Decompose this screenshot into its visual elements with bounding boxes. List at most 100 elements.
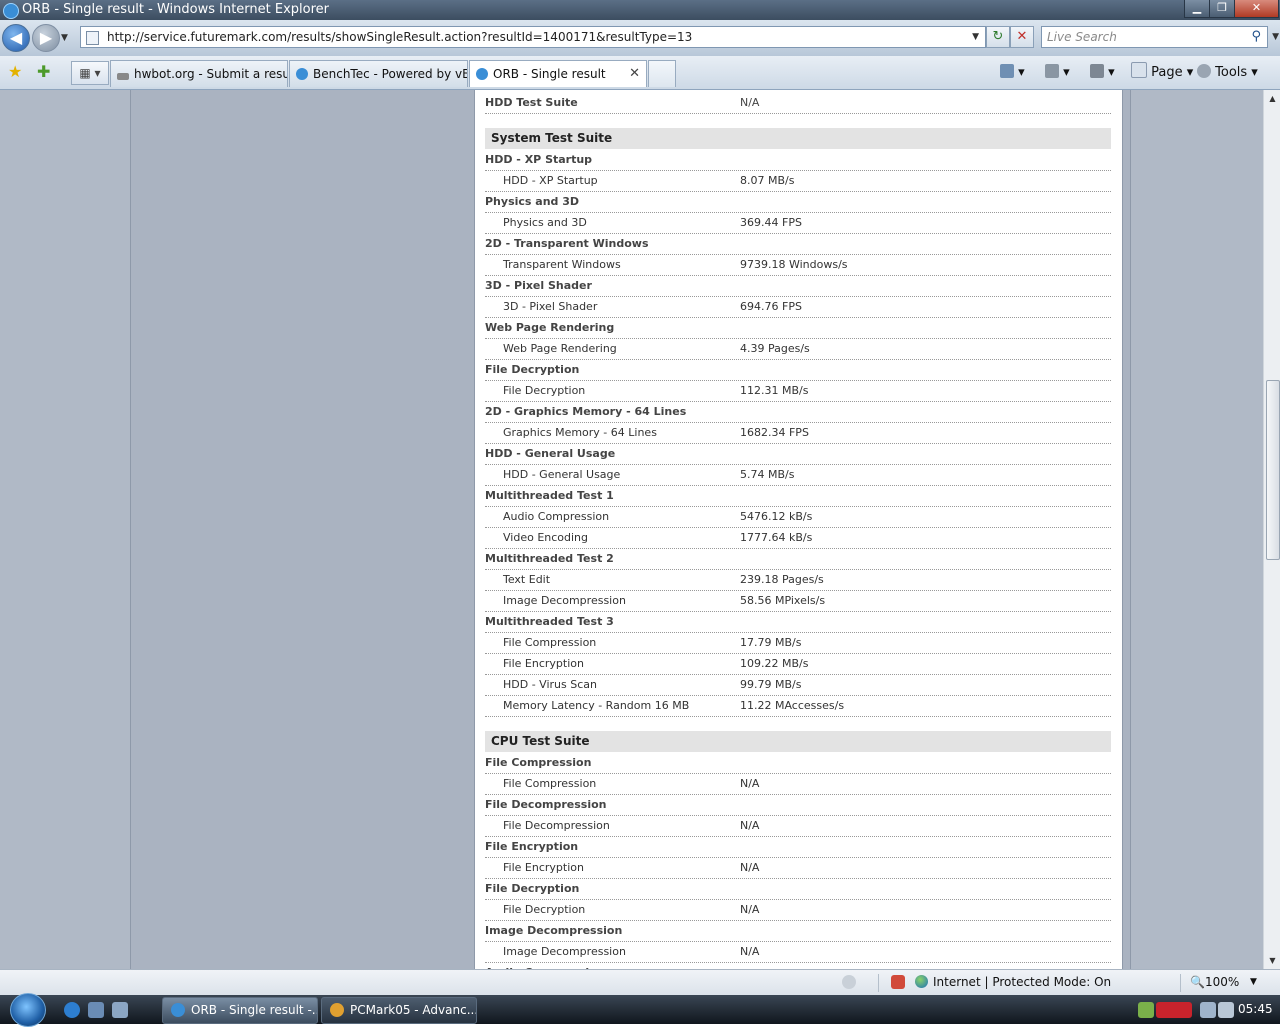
group-header: Multithreaded Test 2 (485, 548, 1111, 570)
scroll-down-icon[interactable]: ▼ (1264, 952, 1280, 969)
row-label: HDD - XP Startup (503, 174, 598, 187)
home-button[interactable]: ▾ (1000, 60, 1025, 86)
result-row: Transparent Windows 9739.18 Windows/s (485, 254, 1111, 276)
result-row: Text Edit 239.18 Pages/s (485, 569, 1111, 591)
search-dropdown-icon[interactable]: ▼ (1272, 27, 1279, 47)
taskbar-item-orb[interactable]: ORB - Single result -... (162, 997, 318, 1024)
add-favorites-icon[interactable]: ✚ (37, 62, 50, 81)
task-label: ORB - Single result -... (191, 1003, 318, 1017)
result-row: File Decompression N/A (485, 815, 1111, 837)
result-row: Video Encoding 1777.64 kB/s (485, 527, 1111, 549)
new-tab-button[interactable] (648, 60, 676, 87)
row-label: HDD - General Usage (503, 468, 621, 481)
print-icon (1090, 64, 1104, 78)
ati-icon[interactable] (1156, 1002, 1192, 1018)
volume-icon[interactable] (1218, 1002, 1234, 1018)
taskbar-item-pcmark[interactable]: PCMark05 - Advanc... (321, 997, 477, 1024)
feeds-button[interactable]: ▾ (1045, 60, 1070, 86)
tab-orb[interactable]: ORB - Single result ✕ (469, 60, 647, 87)
history-dropdown-icon[interactable]: ▼ (61, 33, 68, 43)
tab-label: hwbot.org - Submit a result. (134, 67, 288, 81)
zoom-level[interactable]: 🔍100% (1190, 975, 1239, 989)
network-icon[interactable] (1200, 1002, 1216, 1018)
address-dropdown-icon[interactable]: ▼ (972, 27, 979, 47)
row-label: HDD - XP Startup (485, 153, 593, 166)
row-value: N/A (740, 777, 760, 790)
search-box[interactable]: Live Search ⚲ ▼ (1041, 26, 1279, 48)
row-label: Physics and 3D (503, 216, 587, 229)
row-label: Multithreaded Test 3 (485, 615, 614, 628)
row-value: 1682.34 FPS (740, 426, 809, 439)
show-desktop-icon[interactable] (88, 1002, 104, 1018)
print-button[interactable]: ▾ (1090, 60, 1115, 86)
forward-button[interactable]: ▶ (32, 24, 60, 52)
start-button[interactable] (10, 993, 46, 1027)
row-label: Memory Latency - Random 16 MB (503, 699, 690, 712)
tray-app-icon[interactable] (1138, 1002, 1154, 1018)
zoom-label: 100% (1204, 975, 1240, 989)
popup-blocked-icon[interactable] (891, 975, 905, 989)
zoom-dropdown-icon[interactable]: ▼ (1250, 977, 1257, 987)
search-icon[interactable]: ⚲ (1251, 27, 1261, 47)
address-bar[interactable]: http://service.futuremark.com/results/sh… (80, 26, 986, 48)
row-label: Physics and 3D (485, 195, 580, 208)
tab-label: ORB - Single result (493, 67, 606, 81)
minimize-button[interactable]: ▁ (1184, 0, 1210, 18)
row-label: Audio Compression (503, 510, 610, 523)
result-row: Audio Compression 5476.12 kB/s (485, 506, 1111, 528)
row-value: 5.74 MB/s (740, 468, 795, 481)
row-value: 694.76 FPS (740, 300, 802, 313)
ie-page-icon (296, 68, 308, 80)
row-value: 99.79 MB/s (740, 678, 802, 691)
vertical-scrollbar[interactable]: ▲ ▼ (1263, 90, 1280, 969)
tab-label: BenchTec - Powered by vB... (313, 67, 468, 81)
close-button[interactable]: ✕ (1234, 0, 1279, 18)
back-button[interactable]: ◀ (2, 24, 30, 52)
tools-menu-label: Tools (1215, 65, 1248, 80)
tab-benchtec[interactable]: BenchTec - Powered by vB... (289, 60, 468, 87)
quick-tabs-button[interactable]: ▦ ▾ (71, 61, 109, 85)
group-header: Multithreaded Test 1 (485, 485, 1111, 507)
group-header: HDD - XP Startup (485, 149, 1111, 171)
page-menu[interactable]: Page ▾ (1131, 60, 1193, 86)
row-label: 3D - Pixel Shader (485, 279, 592, 292)
window-titlebar: ORB - Single result - Windows Internet E… (0, 0, 1280, 20)
switch-windows-icon[interactable] (112, 1002, 128, 1018)
row-label: Image Decompression (485, 924, 623, 937)
ie-quicklaunch-icon[interactable] (64, 1002, 80, 1018)
favorites-star-icon[interactable]: ★ (8, 62, 22, 81)
tools-menu[interactable]: Tools ▾ (1197, 60, 1258, 86)
row-label: File Decompression (503, 819, 610, 832)
globe-icon (915, 975, 928, 988)
row-value: N/A (740, 903, 760, 916)
row-label: Transparent Windows (503, 258, 621, 271)
navigation-bar: ◀ ▶ ▼ http://service.futuremark.com/resu… (0, 20, 1280, 56)
scroll-up-icon[interactable]: ▲ (1264, 90, 1280, 107)
result-row: Image Decompression N/A (485, 941, 1111, 963)
row-label: File Compression (485, 756, 592, 769)
group-header: Web Page Rendering (485, 317, 1111, 339)
search-input[interactable]: Live Search (1047, 27, 1117, 47)
group-header: HDD - General Usage (485, 443, 1111, 465)
group-header: Physics and 3D (485, 191, 1111, 213)
result-row: 3D - Pixel Shader 694.76 FPS (485, 296, 1111, 318)
stop-button[interactable]: ✕ (1010, 26, 1034, 48)
row-value: 239.18 Pages/s (740, 573, 824, 586)
security-zone[interactable]: Internet | Protected Mode: On (915, 975, 1111, 989)
maximize-button[interactable]: ❐ (1209, 0, 1235, 18)
page-icon (86, 31, 99, 45)
page-icon (1131, 62, 1147, 78)
row-value: N/A (740, 945, 760, 958)
tab-bar: ★ ✚ ▦ ▾ hwbot.org - Submit a result. Ben… (0, 56, 1280, 90)
row-label: Multithreaded Test 1 (485, 489, 614, 502)
phishing-filter-icon[interactable] (842, 975, 856, 989)
taskbar: ORB - Single result -... PCMark05 - Adva… (0, 993, 1280, 1027)
close-tab-icon[interactable]: ✕ (629, 61, 640, 87)
results-panel: HDD Test Suite N/A System Test Suite HDD … (474, 90, 1123, 969)
page-content: HDD Test Suite N/A System Test Suite HDD … (0, 90, 1263, 969)
scroll-thumb[interactable] (1266, 380, 1280, 560)
tab-hwbot[interactable]: hwbot.org - Submit a result. (110, 60, 288, 87)
refresh-button[interactable]: ↻ (986, 26, 1010, 48)
result-row: File Compression 17.79 MB/s (485, 632, 1111, 654)
ie-icon (3, 3, 19, 19)
